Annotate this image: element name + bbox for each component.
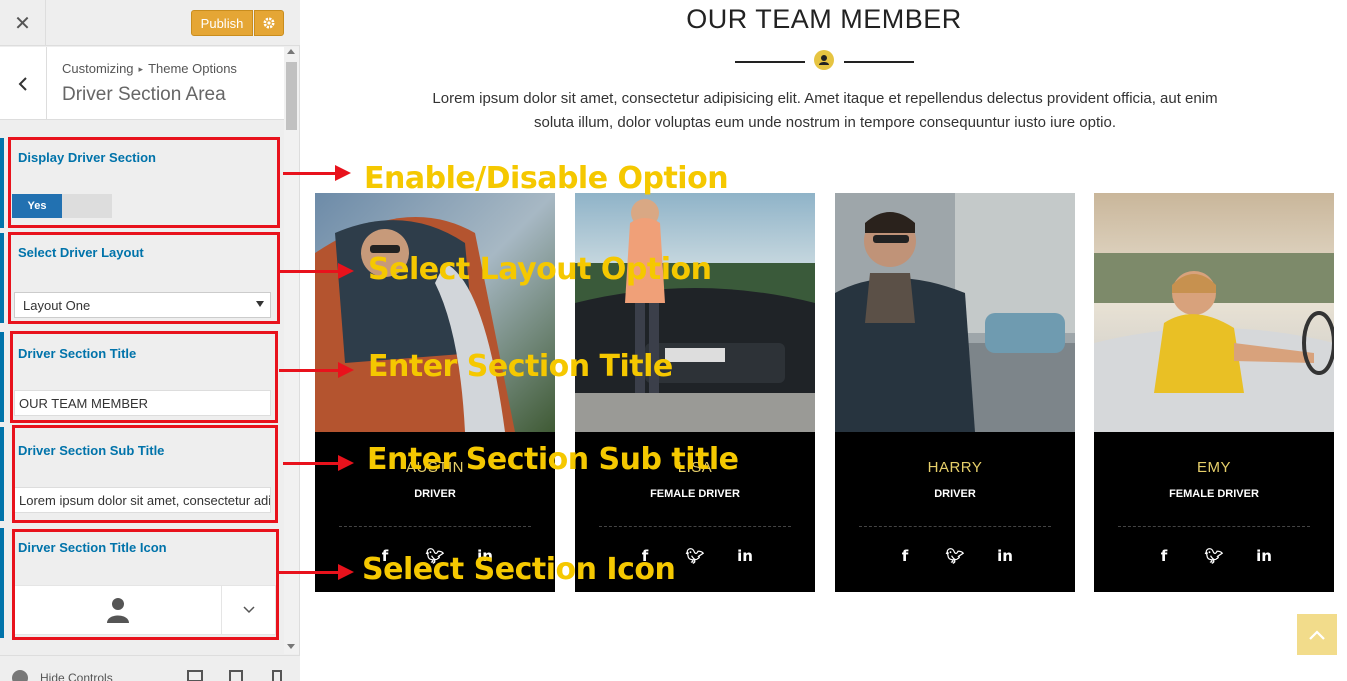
gear-icon: [263, 17, 275, 29]
social-links: f 🐦︎ in: [835, 546, 1075, 566]
collapse-icon: [12, 670, 28, 681]
breadcrumb: Customizing ▸ Theme Options: [62, 61, 237, 76]
customizer-header: ✕ Publish: [0, 0, 300, 46]
annotation-arrow: [283, 455, 354, 471]
title-divider: [844, 61, 914, 63]
member-name: EMY: [1196, 459, 1231, 476]
user-icon: [819, 55, 829, 65]
card-divider: [1118, 526, 1310, 527]
annotation-label: Enable/Disable Option: [364, 161, 729, 196]
tablet-icon[interactable]: [229, 670, 243, 681]
title-badge: [814, 50, 834, 70]
highlight-box: [8, 232, 280, 324]
member-name: HARRY: [927, 459, 983, 476]
annotation-arrow: [279, 564, 354, 580]
control-accent: [0, 528, 4, 638]
social-links: f 🐦︎ in: [1094, 546, 1334, 566]
highlight-box: [12, 425, 278, 523]
highlight-box: [10, 331, 278, 423]
control-accent: [0, 332, 4, 422]
twitter-icon[interactable]: 🐦︎: [685, 546, 705, 566]
facebook-icon[interactable]: f: [895, 546, 915, 566]
highlight-box: [8, 137, 280, 228]
twitter-icon[interactable]: 🐦︎: [1204, 546, 1224, 566]
scrollbar-track[interactable]: [284, 47, 299, 654]
linkedin-icon[interactable]: in: [1254, 546, 1274, 566]
team-section-title: OUR TEAM MEMBER: [686, 4, 962, 34]
control-accent: [0, 427, 4, 521]
member-role: FEMALE DRIVER: [1169, 488, 1259, 500]
breadcrumb-item: Theme Options: [148, 61, 237, 76]
annotation-arrow: [279, 362, 354, 378]
linkedin-icon[interactable]: in: [995, 546, 1015, 566]
scroll-up-arrow-icon[interactable]: [287, 49, 295, 54]
team-card: HARRY DRIVER f 🐦︎ in: [835, 193, 1075, 592]
control-accent: [0, 138, 4, 228]
hide-controls-button[interactable]: Hide Controls: [12, 670, 113, 681]
member-role: DRIVER: [414, 488, 456, 500]
twitter-icon[interactable]: 🐦︎: [945, 546, 965, 566]
annotation-arrow: [279, 263, 354, 279]
annotation-label: Select Section Icon: [362, 552, 676, 587]
scrollbar-thumb[interactable]: [286, 62, 297, 130]
section-header: Customizing ▸ Theme Options Driver Section…: [0, 47, 284, 120]
linkedin-icon[interactable]: in: [735, 546, 755, 566]
annotation-label: Select Layout Option: [368, 252, 712, 287]
annotation-arrow: [283, 165, 351, 181]
member-role: DRIVER: [934, 488, 976, 500]
highlight-box: [12, 529, 279, 640]
customizer-footer: Hide Controls: [0, 655, 300, 681]
team-section-description: Lorem ipsum dolor sit amet, consectetur …: [432, 90, 1218, 131]
card-divider: [339, 526, 531, 527]
mobile-icon[interactable]: [272, 670, 282, 681]
chevron-up-icon: [1309, 629, 1325, 640]
publish-button[interactable]: Publish: [191, 10, 253, 36]
section-title: Driver Section Area: [62, 84, 226, 105]
member-role: FEMALE DRIVER: [650, 488, 740, 500]
member-photo: [835, 193, 1075, 432]
close-button[interactable]: ✕: [0, 0, 46, 46]
chevron-left-icon: [18, 76, 27, 91]
breadcrumb-item: Customizing: [62, 61, 134, 76]
close-icon: ✕: [14, 12, 31, 35]
publish-settings-button[interactable]: [254, 10, 284, 36]
scroll-down-arrow-icon[interactable]: [287, 644, 295, 649]
team-card: EMY FEMALE DRIVER f 🐦︎ in: [1094, 193, 1334, 592]
facebook-icon[interactable]: f: [1154, 546, 1174, 566]
card-divider: [859, 526, 1051, 527]
hide-controls-label: Hide Controls: [40, 671, 113, 681]
desktop-icon[interactable]: [187, 670, 203, 681]
annotation-label: Enter Section Sub title: [367, 442, 739, 477]
title-divider: [735, 61, 805, 63]
back-to-top-button[interactable]: [1297, 614, 1337, 655]
breadcrumb-separator-icon: ▸: [138, 64, 144, 74]
member-photo: [1094, 193, 1334, 432]
member-photo: [575, 193, 815, 432]
member-photo: [315, 193, 555, 432]
back-button[interactable]: [0, 47, 47, 120]
annotation-label: Enter Section Title: [368, 349, 673, 384]
card-divider: [599, 526, 791, 527]
control-accent: [0, 233, 4, 323]
